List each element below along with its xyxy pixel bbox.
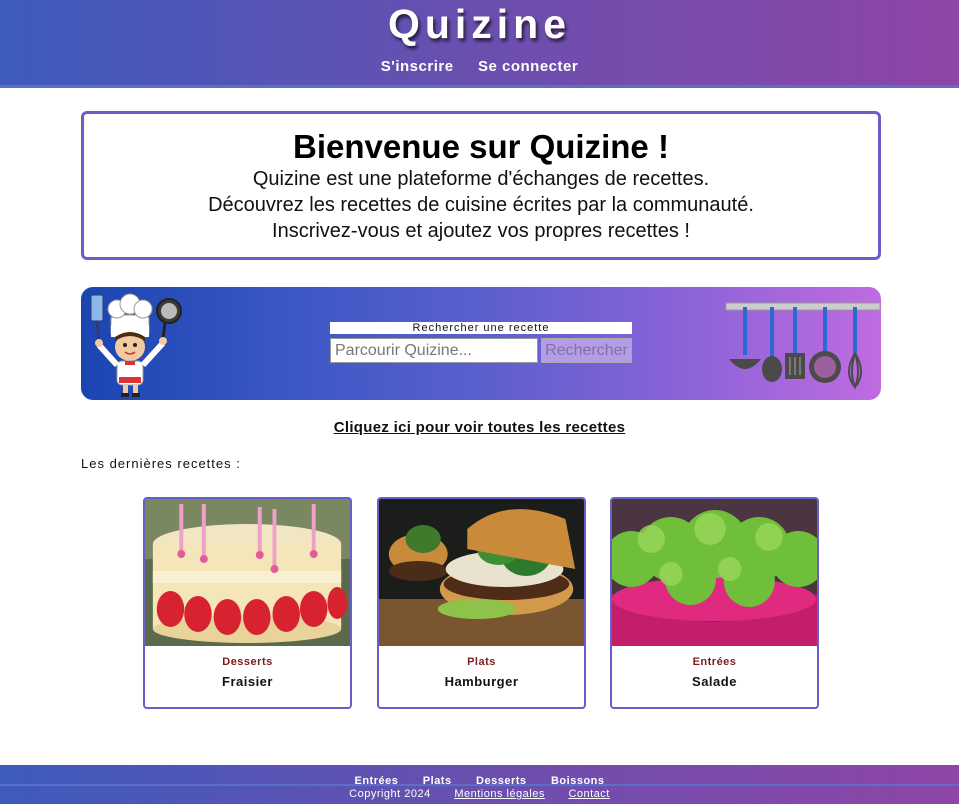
welcome-line-2: Découvrez les recettes de cuisine écrite… — [208, 194, 754, 216]
kitchen-utensils-icon — [725, 302, 881, 390]
recipe-name: Salade — [692, 674, 737, 689]
recipe-name: Fraisier — [222, 674, 273, 689]
latest-recipes-heading: Les dernières recettes : — [81, 456, 241, 471]
welcome-line-3: Inscrivez-vous et ajoutez vos propres re… — [272, 220, 690, 242]
recipe-name: Hamburger — [444, 674, 519, 689]
recipe-category: Desserts — [222, 656, 273, 668]
footer-bottom: Copyright 2024 Mentions légales Contact — [0, 788, 959, 800]
legal-link[interactable]: Mentions légales — [454, 788, 545, 800]
site-title[interactable]: Quizine — [0, 0, 959, 48]
search-banner: Rechercher une recette Rechercher — [81, 287, 881, 400]
site-header: Quizine S'inscrire Se connecter — [0, 0, 959, 88]
all-recipes-container: Cliquez ici pour voir toutes les recette… — [0, 419, 959, 437]
cake-photo-icon — [145, 499, 350, 646]
burger-photo-icon — [379, 499, 584, 646]
welcome-line-1: Quizine est une plateforme d'échanges de… — [252, 168, 710, 190]
search-label: Rechercher une recette — [330, 322, 632, 334]
recipe-card[interactable]: Plats Hamburger — [377, 497, 586, 709]
chef-illustration-icon — [90, 293, 182, 397]
recipe-card[interactable]: Desserts Fraisier — [143, 497, 352, 709]
search-input[interactable] — [330, 338, 538, 363]
site-footer: Entrées Plats Desserts Boissons Copyrigh… — [0, 765, 959, 804]
footer-divider — [0, 784, 959, 786]
recipe-category: Plats — [467, 656, 496, 668]
welcome-box: Bienvenue sur Quizine ! Quizine est une … — [81, 111, 881, 260]
login-link[interactable]: Se connecter — [478, 58, 578, 75]
copyright-text: Copyright 2024 — [349, 788, 431, 800]
footer-nav: Entrées Plats Desserts Boissons — [0, 771, 959, 789]
header-nav: S'inscrire Se connecter — [0, 58, 959, 76]
contact-link[interactable]: Contact — [568, 788, 609, 800]
signup-link[interactable]: S'inscrire — [381, 58, 454, 75]
recipe-card[interactable]: Entrées Salade — [610, 497, 819, 709]
all-recipes-link[interactable]: Cliquez ici pour voir toutes les recette… — [334, 419, 626, 436]
recipe-category: Entrées — [692, 656, 737, 668]
header-divider — [0, 85, 959, 88]
salad-photo-icon — [612, 499, 817, 646]
welcome-heading: Bienvenue sur Quizine ! — [293, 128, 669, 165]
search-button[interactable]: Rechercher — [541, 338, 632, 363]
